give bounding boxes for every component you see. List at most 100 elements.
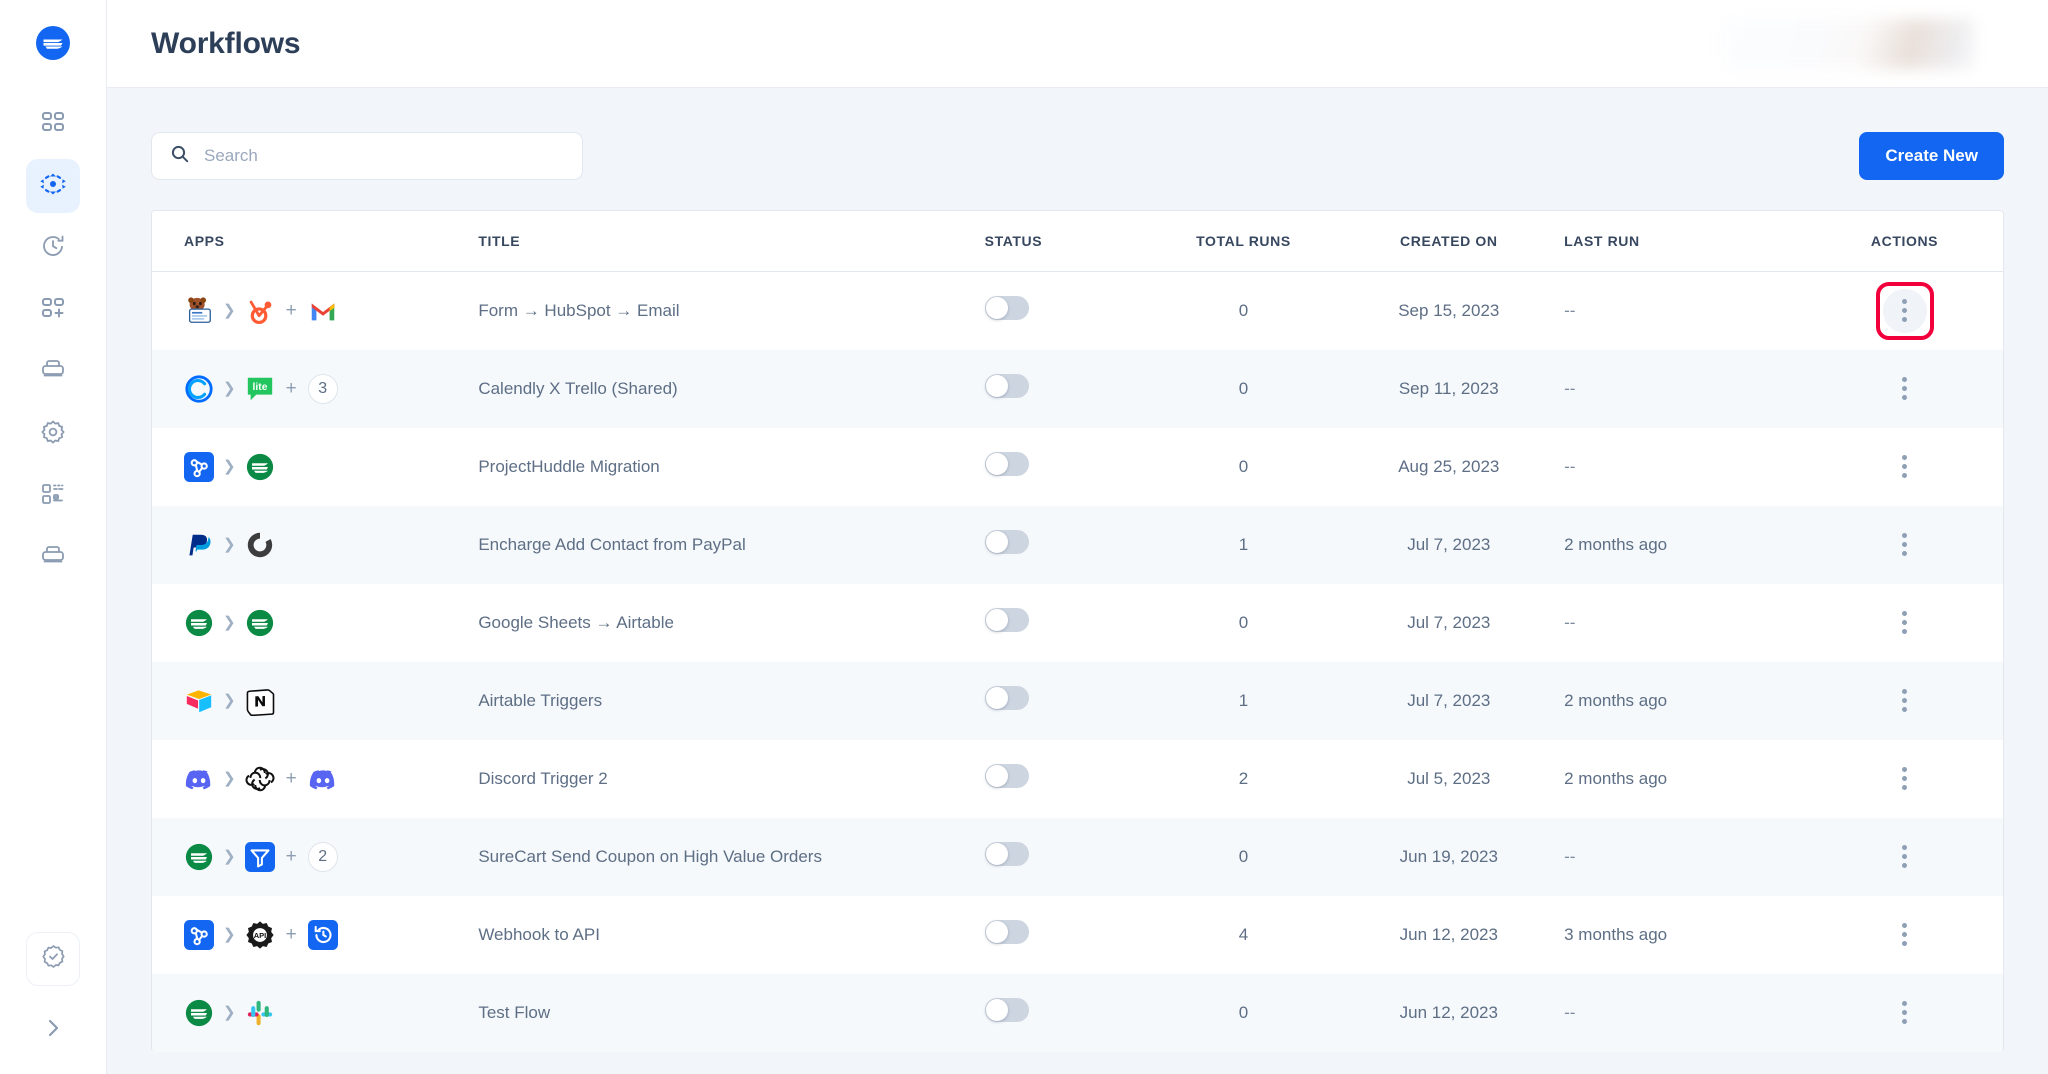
- table-row[interactable]: ❯ Google Sheets → Airtable 0 Jul 7, 2023…: [152, 583, 2003, 662]
- workflow-title-link[interactable]: Discord Trigger 2: [478, 769, 607, 788]
- sidebar-item-dashboard[interactable]: [26, 97, 80, 151]
- table-row[interactable]: ❯ Test Flow 0 Jun 12, 2023 --: [152, 973, 2003, 1052]
- kebab-menu-icon[interactable]: [1883, 991, 1927, 1035]
- cell-created-on: Sep 11, 2023: [1398, 378, 1499, 398]
- app-root: Workflows Create New: [0, 0, 2048, 1074]
- license-badge-button[interactable]: [26, 932, 80, 986]
- status-toggle[interactable]: [984, 296, 1029, 321]
- column-header-status: STATUS: [984, 211, 1154, 272]
- status-toggle[interactable]: [984, 842, 1029, 866]
- column-header-last-run: LAST RUN: [1564, 211, 1807, 272]
- status-toggle[interactable]: [984, 998, 1029, 1022]
- cell-title[interactable]: Form → HubSpot → Email: [478, 272, 984, 350]
- cell-actions: [1806, 818, 2003, 896]
- workflow-title-link[interactable]: Airtable Triggers: [478, 691, 602, 710]
- cell-status: [984, 974, 1154, 1052]
- cell-title[interactable]: Encharge Add Contact from PayPal: [478, 506, 984, 584]
- sidebar-item-storage[interactable]: [26, 531, 80, 585]
- kebab-menu-icon[interactable]: [1883, 913, 1927, 957]
- kebab-menu-icon[interactable]: [1883, 835, 1927, 879]
- cell-actions: [1806, 272, 2003, 350]
- sidebar-item-integrations[interactable]: [26, 469, 80, 523]
- cell-created-on: Jul 5, 2023: [1407, 768, 1491, 788]
- sidebar-expand-button[interactable]: [31, 1008, 75, 1052]
- table-row[interactable]: ❯ API + Webhook to API 4 Jun 12, 2023 3 mo…: [152, 895, 2003, 974]
- plus-icon: +: [285, 300, 297, 322]
- workflow-title-link[interactable]: Webhook to API: [478, 925, 600, 944]
- kebab-menu-icon[interactable]: [1883, 757, 1927, 801]
- app-icon-suretriggers: [245, 608, 275, 638]
- cell-actions: [1806, 350, 2003, 428]
- app-icon-suretriggers: [245, 452, 275, 482]
- app-icon-notion: [245, 686, 275, 716]
- cell-title[interactable]: Calendly X Trello (Shared): [478, 350, 984, 428]
- cell-title[interactable]: Test Flow: [478, 974, 984, 1052]
- cell-status: [984, 896, 1154, 974]
- kebab-menu-icon[interactable]: [1883, 679, 1927, 723]
- table-row[interactable]: ❯ + Discord Trigger 2 2 Jul 5, 2023 2 mon…: [152, 739, 2003, 818]
- kebab-menu-icon[interactable]: [1883, 367, 1927, 411]
- status-toggle[interactable]: [984, 530, 1029, 554]
- column-header-actions: ACTIONS: [1806, 211, 2003, 272]
- sidebar-item-history[interactable]: [26, 221, 80, 275]
- status-toggle[interactable]: [984, 452, 1029, 476]
- workflow-title-link[interactable]: Test Flow: [478, 1003, 550, 1022]
- app-icon-paypal: [184, 530, 214, 560]
- status-toggle[interactable]: [984, 608, 1029, 632]
- cell-last-run: --: [1564, 300, 1576, 320]
- cell-status: [984, 662, 1154, 740]
- stack-icon: [39, 356, 67, 389]
- cell-title[interactable]: SureCart Send Coupon on High Value Order…: [478, 818, 984, 896]
- kebab-menu-icon[interactable]: [1883, 523, 1927, 567]
- status-toggle[interactable]: [984, 764, 1029, 788]
- sidebar-item-add-app[interactable]: [26, 283, 80, 337]
- cell-actions: [1806, 974, 2003, 1052]
- status-toggle[interactable]: [984, 920, 1029, 944]
- workflow-title-link[interactable]: Encharge Add Contact from PayPal: [478, 535, 745, 554]
- workflow-title-link[interactable]: SureCart Send Coupon on High Value Order…: [478, 847, 822, 866]
- workflow-nodes-icon: [40, 171, 66, 202]
- main-area: Workflows Create New: [107, 0, 2048, 1074]
- cell-title[interactable]: Webhook to API: [478, 896, 984, 974]
- cell-title[interactable]: Google Sheets → Airtable: [478, 584, 984, 662]
- status-toggle[interactable]: [984, 374, 1029, 398]
- cell-last-run: --: [1564, 378, 1576, 398]
- table-row[interactable]: ❯ lite +3 Calendly X Trello (Shared) 0 Sep…: [152, 349, 2003, 428]
- column-header-title: TITLE: [478, 211, 985, 272]
- plus-icon: +: [285, 846, 297, 867]
- table-row[interactable]: ❯ Encharge Add Contact from PayPal 1 Jul…: [152, 505, 2003, 584]
- cell-title[interactable]: ProjectHuddle Migration: [478, 428, 984, 506]
- cell-title[interactable]: Discord Trigger 2: [478, 740, 984, 818]
- workflow-title-link[interactable]: Calendly X Trello (Shared): [478, 379, 677, 398]
- sidebar-item-apps[interactable]: [26, 345, 80, 399]
- app-icon-webhook: [184, 919, 214, 950]
- cell-created-on: Jul 7, 2023: [1407, 534, 1491, 554]
- kebab-menu-icon[interactable]: [1883, 445, 1927, 489]
- account-area-blurred[interactable]: [1722, 18, 1974, 69]
- workflow-title-link[interactable]: Form → HubSpot → Email: [478, 301, 679, 320]
- table-row[interactable]: ❯ Airtable Triggers 1 Jul 7, 2023 2 mont…: [152, 661, 2003, 740]
- cell-total-runs: 4: [1238, 924, 1249, 944]
- row-actions-highlight: [1875, 281, 1934, 340]
- column-header-total-runs: TOTAL RUNS: [1153, 211, 1334, 272]
- status-toggle[interactable]: [984, 686, 1029, 710]
- brand-logo-icon[interactable]: [32, 22, 74, 69]
- cell-created-on: Jun 19, 2023: [1399, 846, 1498, 866]
- sidebar-item-workflows[interactable]: [26, 159, 80, 213]
- cell-apps: ❯ API +: [152, 896, 478, 974]
- table-row[interactable]: ❯ + Form → HubSpot → Email 0 Sep 15, 2023…: [152, 271, 2003, 350]
- create-new-button[interactable]: Create New: [1859, 132, 2004, 180]
- workflow-title-link[interactable]: ProjectHuddle Migration: [478, 457, 659, 476]
- table-row[interactable]: ❯ +2 SureCart Send Coupon on High Value O…: [152, 817, 2003, 896]
- plus-icon: +: [285, 924, 297, 945]
- workflow-title-link[interactable]: Google Sheets → Airtable: [478, 613, 674, 632]
- kebab-menu-icon[interactable]: [1883, 601, 1927, 645]
- sidebar-item-settings[interactable]: [26, 407, 80, 461]
- search-box[interactable]: [151, 132, 583, 180]
- table-row[interactable]: ❯ ProjectHuddle Migration 0 Aug 25, 2023…: [152, 427, 2003, 506]
- cell-created-on: Jul 7, 2023: [1407, 612, 1491, 632]
- kebab-menu-icon[interactable]: [1882, 288, 1927, 333]
- search-input[interactable]: [204, 146, 564, 166]
- cell-total-runs: 1: [1238, 690, 1249, 710]
- cell-title[interactable]: Airtable Triggers: [478, 662, 984, 740]
